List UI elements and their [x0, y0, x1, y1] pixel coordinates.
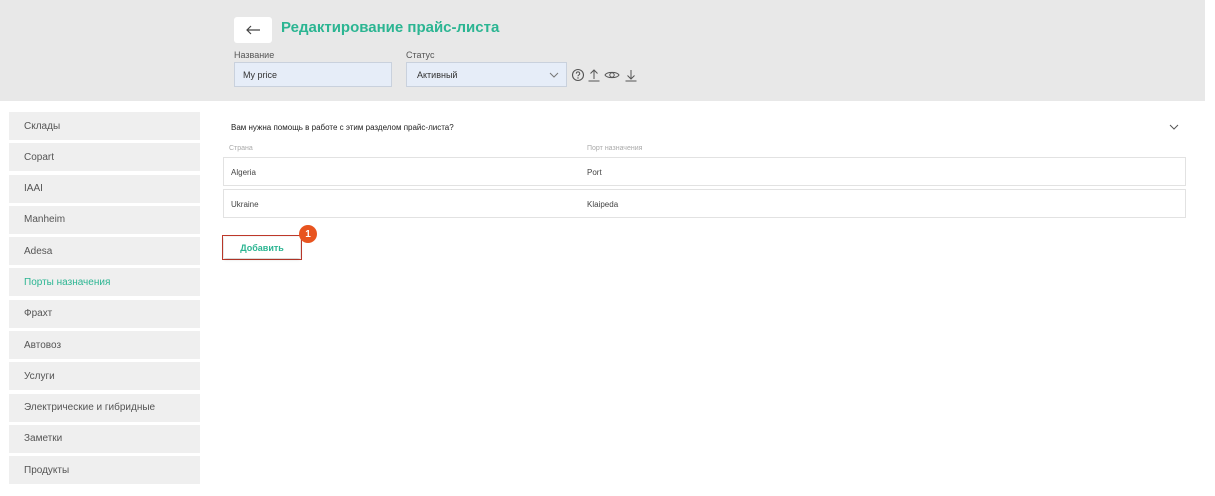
sidebar-item-adesa[interactable]: Adesa [9, 237, 200, 266]
sidebar-item-iaai[interactable]: IAAI [9, 174, 200, 203]
sidebar-item-products[interactable]: Продукты [9, 456, 200, 485]
sidebar-item-car-carrier[interactable]: Автовоз [9, 331, 200, 360]
help-toggle[interactable]: Вам нужна помощь в работе с этим раздело… [223, 117, 1186, 137]
page-title: Редактирование прайс-листа [281, 19, 500, 36]
country-cell: Ukraine [231, 200, 259, 209]
sidebar-item-notes[interactable]: Заметки [9, 424, 200, 453]
add-button-highlight: Добавить [222, 235, 302, 260]
sidebar-item-destination-ports[interactable]: Порты назначения [9, 268, 200, 297]
name-label: Название [234, 50, 275, 60]
header-bar: Редактирование прайс-листа Название Стат… [0, 0, 1205, 101]
column-header-country: Страна [229, 145, 253, 152]
column-header-port: Порт назначения [587, 145, 643, 152]
upload-icon[interactable] [587, 67, 601, 83]
download-icon[interactable] [624, 67, 638, 83]
sidebar-item-services[interactable]: Услуги [9, 362, 200, 391]
port-cell: Klaipeda [587, 200, 619, 209]
sidebar-item-electric-hybrid[interactable]: Электрические и гибридные [9, 393, 200, 422]
country-cell: Algeria [231, 168, 256, 177]
chevron-down-icon [1169, 124, 1179, 130]
status-label: Статус [406, 50, 435, 60]
sidebar-item-copart[interactable]: Copart [9, 143, 200, 172]
back-button[interactable] [234, 17, 272, 43]
arrow-left-icon [246, 25, 260, 35]
table-row[interactable]: Algeria Port [223, 157, 1186, 186]
status-value: Активный [417, 69, 458, 80]
chevron-down-icon [549, 72, 559, 78]
sidebar: Склады Copart IAAI Manheim Adesa Порты н… [9, 112, 200, 488]
sidebar-item-manheim[interactable]: Manheim [9, 205, 200, 234]
sidebar-item-warehouses[interactable]: Склады [9, 112, 200, 140]
add-button[interactable]: Добавить [224, 237, 300, 258]
port-cell: Port [587, 168, 602, 177]
sidebar-item-freight[interactable]: Фрахт [9, 299, 200, 328]
help-icon[interactable] [571, 67, 585, 83]
eye-icon[interactable] [604, 67, 620, 83]
help-text: Вам нужна помощь в работе с этим раздело… [231, 122, 454, 132]
status-select[interactable]: Активный [406, 62, 567, 87]
name-input[interactable] [234, 62, 392, 87]
table-row[interactable]: Ukraine Klaipeda [223, 189, 1186, 218]
step-badge: 1 [299, 225, 317, 243]
